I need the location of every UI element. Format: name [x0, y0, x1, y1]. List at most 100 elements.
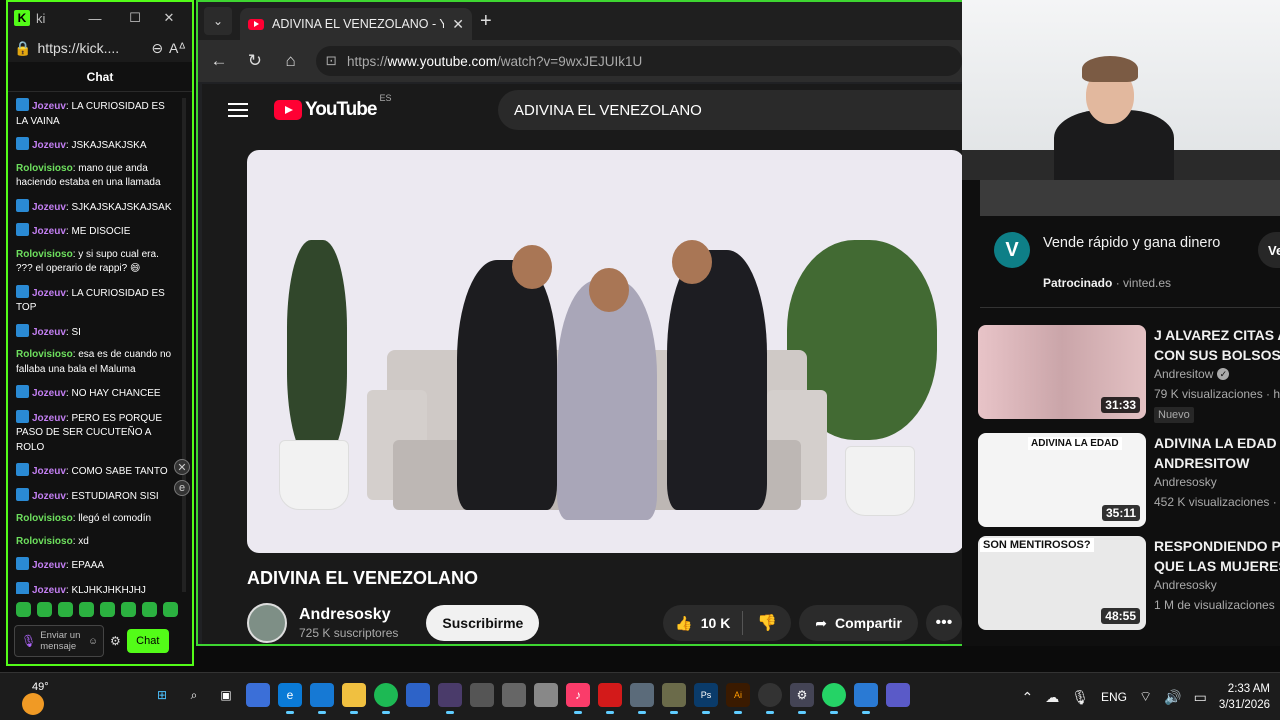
video-player[interactable] [247, 150, 964, 553]
kick-url[interactable]: https://kick.... [37, 40, 119, 56]
app-icon[interactable] [438, 683, 462, 714]
channel-avatar[interactable] [247, 603, 287, 643]
kick-address-bar[interactable]: 🔒 https://kick.... ⊖ Aᐞ [8, 34, 192, 62]
back-arrow-icon[interactable]: ← [208, 51, 230, 71]
tab-close-icon[interactable]: ✕ [452, 16, 464, 33]
file-explorer-icon[interactable] [342, 683, 366, 714]
chevron-up-icon[interactable]: ⌃ [1021, 689, 1033, 706]
site-info-icon[interactable]: ⊡ [326, 53, 337, 69]
shield-icon[interactable] [406, 683, 430, 707]
kick-tab-title[interactable]: ki [36, 11, 72, 26]
windows-start-icon[interactable]: ⊞ [150, 683, 174, 707]
emote-icon[interactable] [121, 602, 136, 617]
dislike-button[interactable]: 👎 [743, 613, 791, 633]
app-icon[interactable] [662, 683, 686, 714]
youtube-logo[interactable]: YouTube ES [274, 93, 391, 121]
battery-icon[interactable]: ▭ [1194, 689, 1207, 706]
app-icon[interactable] [854, 683, 878, 714]
refresh-icon[interactable]: ↻ [244, 51, 266, 71]
address-bar[interactable]: ⊡ https://www.youtube.com/watch?v=9wxJEJ… [315, 46, 962, 76]
recommended-channel[interactable]: Andresosky [1154, 578, 1217, 592]
recommended-title[interactable]: J ALVAREZ CITAS A CON SUS BOLSOS [1154, 325, 1280, 365]
chat-username[interactable]: Rolovisioso [16, 163, 73, 174]
chat-username[interactable]: Rolovisioso [16, 349, 73, 360]
sponsored-ad[interactable]: V Vende rápido y gana dinero Ve [980, 216, 1280, 308]
chat-username[interactable]: Rolovisioso [16, 513, 73, 524]
ad-cta-button[interactable]: Ve [1258, 232, 1280, 268]
task-view-icon[interactable]: ▣ [214, 683, 238, 707]
clock[interactable]: 2:33 AM 3/31/2026 [1219, 681, 1270, 713]
menu-hamburger-icon[interactable] [228, 103, 248, 117]
more-actions-icon[interactable]: ••• [925, 605, 962, 641]
store-icon[interactable] [310, 683, 334, 714]
illustrator-icon[interactable]: Ai [726, 683, 750, 714]
cloud-icon[interactable]: ☁ [1045, 689, 1059, 706]
chat-username[interactable]: Jozeuv [32, 101, 66, 112]
close-circle-icon[interactable]: ✕ [174, 459, 190, 475]
settings-gear-icon[interactable]: ⚙ [790, 683, 814, 714]
chat-settings-gear-icon[interactable]: ⚙ [110, 634, 121, 648]
app-icon[interactable] [886, 683, 910, 707]
subscribe-button[interactable]: Suscribirme [426, 605, 540, 641]
recommended-channel[interactable]: Andresitow ✓ [1154, 367, 1230, 381]
chat-scrollbar[interactable] [182, 98, 186, 592]
chat-username[interactable]: Jozeuv [32, 491, 66, 502]
language-indicator[interactable]: ENG [1101, 690, 1127, 704]
like-button[interactable]: 👍 10 K [663, 611, 744, 635]
chat-username[interactable]: Jozeuv [32, 327, 66, 338]
chat-username[interactable]: Jozeuv [32, 288, 66, 299]
speaker-icon[interactable]: 🔊 [1164, 689, 1181, 706]
app-icon[interactable] [470, 683, 494, 707]
copilot-icon[interactable] [246, 683, 270, 707]
app-icon[interactable] [630, 683, 654, 714]
recommended-channel[interactable]: Andresosky [1154, 475, 1217, 489]
tab-youtube[interactable]: ADIVINA EL VENEZOLANO - YouTube ✕ [240, 8, 472, 40]
emote-icon[interactable] [16, 602, 31, 617]
chat-username[interactable]: Jozeuv [32, 226, 66, 237]
app-icon[interactable] [502, 683, 526, 707]
emoji-icon[interactable]: ☺ [88, 636, 98, 647]
microphone-icon[interactable]: 🎙 [1071, 689, 1089, 706]
emote-icon[interactable] [142, 602, 157, 617]
chat-username[interactable]: Jozeuv [32, 202, 66, 213]
chat-username[interactable]: Jozeuv [32, 466, 66, 477]
recommended-title[interactable]: RESPONDIENDO PR QUE LAS MUJERES [1154, 536, 1280, 576]
chat-username[interactable]: Jozeuv [32, 140, 66, 151]
recommended-video[interactable]: 31:33 J ALVAREZ CITAS A CON SUS BOLSOS A… [978, 325, 1280, 423]
recommended-video[interactable]: SON MENTIROSOS? 48:55 RESPONDIENDO PR QU… [978, 536, 1280, 632]
photoshop-icon[interactable]: Ps [694, 683, 718, 714]
recommended-title[interactable]: ADIVINA LA EDAD - ANDRESITOW [1154, 433, 1280, 473]
chat-username[interactable]: Rolovisioso [16, 536, 73, 547]
edge-browser-icon[interactable]: e [278, 683, 302, 714]
ad-title[interactable]: Vende rápido y gana dinero [1043, 232, 1233, 254]
home-icon[interactable]: ⌂ [280, 51, 302, 71]
chat-username[interactable]: Jozeuv [32, 388, 66, 399]
microphone-icon[interactable]: 🎙 [21, 635, 36, 647]
emote-icon[interactable] [58, 602, 73, 617]
close-icon[interactable]: ✕ [152, 10, 186, 26]
chat-username[interactable]: Rolovisioso [16, 249, 73, 260]
video-thumbnail[interactable]: ADIVINA LA EDAD 35:11 [978, 433, 1146, 527]
chat-send-button[interactable]: Chat [126, 629, 169, 653]
whatsapp-icon[interactable] [822, 683, 846, 714]
emote-picker-icon[interactable]: e [174, 480, 190, 496]
app-icon[interactable] [534, 683, 558, 707]
spotify-icon[interactable] [374, 683, 398, 714]
youtube-search-input[interactable]: ADIVINA EL VENEZOLANO [498, 90, 968, 130]
recommended-video[interactable]: ADIVINA LA EDAD 35:11 ADIVINA LA EDAD - … [978, 433, 1280, 529]
chat-username[interactable]: Jozeuv [32, 560, 66, 571]
tab-actions-chevron-icon[interactable]: ⌄ [204, 7, 232, 35]
chat-message-list[interactable]: Jozeuv: LA CURIOSIDAD ES LA VAINA Jozeuv:… [16, 98, 174, 594]
new-tab-plus-icon[interactable]: + [480, 10, 492, 33]
channel-name[interactable]: Andresosky [299, 606, 398, 624]
obs-icon[interactable] [758, 683, 782, 714]
emote-icon[interactable] [79, 602, 94, 617]
chat-message-input[interactable]: 🎙 Enviar un mensaje ☺ [14, 625, 104, 657]
weather-widget[interactable]: 49° [22, 679, 62, 715]
video-thumbnail[interactable]: 31:33 [978, 325, 1146, 419]
emote-icon[interactable] [37, 602, 52, 617]
maximize-icon[interactable]: ☐ [118, 10, 152, 26]
zoom-icon[interactable]: ⊖ [151, 40, 163, 57]
chat-username[interactable]: Jozeuv [32, 413, 66, 424]
chat-username[interactable]: Jozeuv [32, 585, 66, 595]
